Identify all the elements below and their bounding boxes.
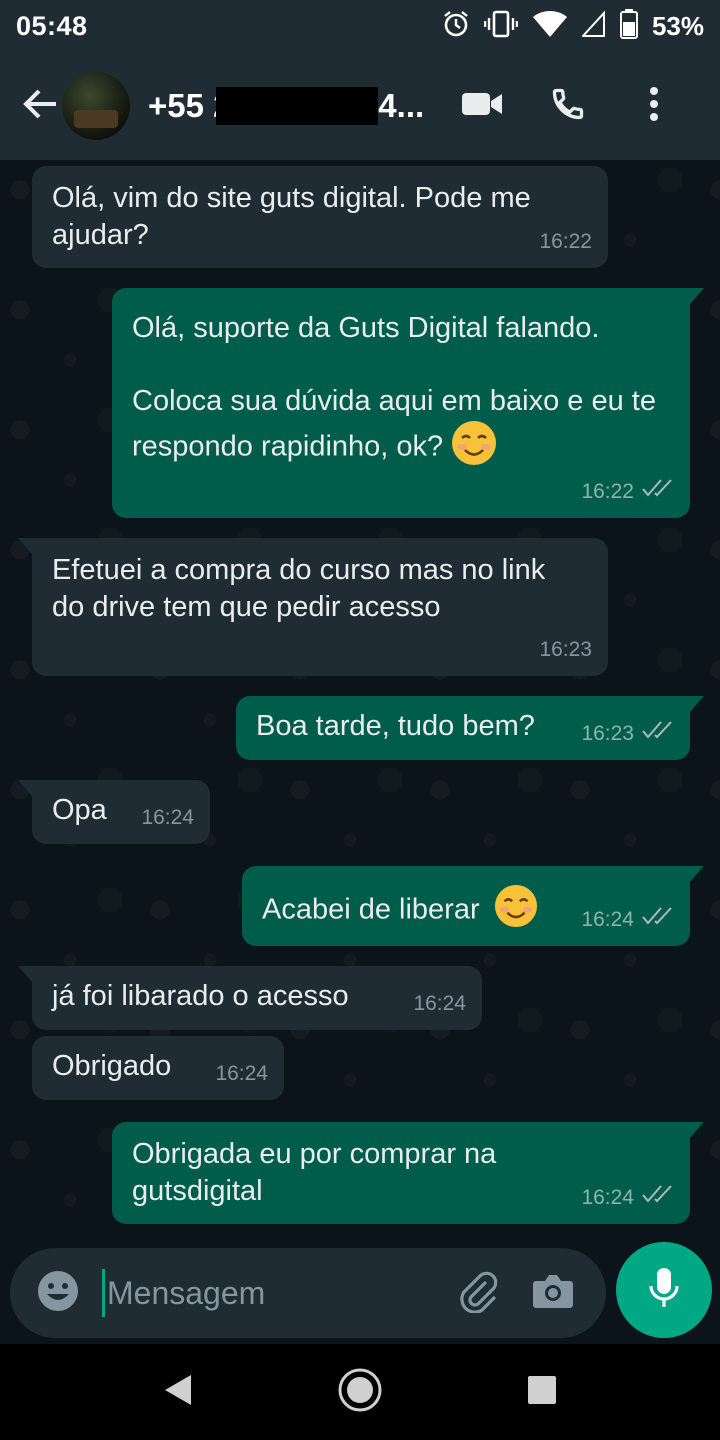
nav-back-button[interactable] xyxy=(148,1362,208,1422)
message-input[interactable] xyxy=(107,1274,437,1312)
smiling-face-icon xyxy=(494,884,538,938)
attach-button[interactable] xyxy=(449,1265,505,1321)
message-time: 16:23 xyxy=(539,638,592,661)
wifi-icon xyxy=(532,10,568,43)
input-bar xyxy=(0,1242,720,1344)
battery-icon xyxy=(619,8,638,44)
battery-percent: 53% xyxy=(651,10,704,41)
message-time: 16:24 xyxy=(581,908,634,931)
camera-icon xyxy=(532,1273,574,1314)
emoji-icon xyxy=(37,1270,79,1317)
message-text: Efetuei a compra do curso mas no link do… xyxy=(52,554,546,623)
message-incoming[interactable]: já foi libarado o acesso 16:24 xyxy=(18,966,482,1030)
message-text: já foi libarado o acesso xyxy=(52,980,349,1012)
message-outgoing[interactable]: Obrigada eu por comprar na gutsdigital 1… xyxy=(112,1122,704,1224)
double-check-icon xyxy=(642,715,674,752)
chat-header: +55 24 98188 84... xyxy=(0,52,720,160)
double-check-icon xyxy=(642,901,674,938)
message-time: 16:24 xyxy=(215,1062,268,1085)
message-incoming[interactable]: Efetuei a compra do curso mas no link do… xyxy=(18,538,608,676)
emoji-button[interactable] xyxy=(28,1263,88,1323)
microphone-icon xyxy=(647,1267,681,1314)
paperclip-icon xyxy=(455,1269,499,1318)
voice-record-button[interactable] xyxy=(616,1242,712,1338)
message-text: Boa tarde, tudo bem? xyxy=(256,710,535,742)
message-time: 16:24 xyxy=(581,1186,634,1209)
message-time: 16:24 xyxy=(141,806,194,829)
video-call-icon xyxy=(461,90,503,123)
avatar[interactable] xyxy=(62,72,130,140)
camera-button[interactable] xyxy=(525,1265,581,1321)
contact-name[interactable]: +55 24 98188 84... xyxy=(148,87,440,125)
back-triangle-icon xyxy=(163,1373,193,1412)
home-circle-icon xyxy=(337,1367,383,1418)
chat-area[interactable]: Olá, vim do site guts digital. Pode me a… xyxy=(0,160,720,1248)
nav-home-button[interactable] xyxy=(330,1362,390,1422)
message-text: Opa xyxy=(52,794,107,826)
message-text: Obrigada eu por comprar na gutsdigital xyxy=(132,1138,497,1207)
message-composer xyxy=(10,1248,606,1338)
message-incoming[interactable]: Opa 16:24 xyxy=(18,780,210,844)
status-bar: 05:48 53% xyxy=(0,0,720,52)
nav-recents-button[interactable] xyxy=(512,1362,572,1422)
alarm-icon xyxy=(442,10,470,43)
voice-call-button[interactable] xyxy=(536,74,600,138)
message-text: Olá, suporte da Guts Digital falando. xyxy=(132,312,600,344)
more-options-button[interactable] xyxy=(622,74,686,138)
text-caret xyxy=(102,1269,105,1317)
smiling-face-icon xyxy=(451,420,497,476)
redaction-box xyxy=(216,87,378,125)
message-time: 16:22 xyxy=(581,480,634,503)
message-time: 16:22 xyxy=(539,230,592,253)
recents-square-icon xyxy=(527,1375,557,1410)
back-arrow-icon xyxy=(22,88,58,125)
signal-icon xyxy=(580,9,606,43)
message-text: Olá, vim do site guts digital. Pode me a… xyxy=(52,182,531,251)
vibrate-icon xyxy=(483,10,519,43)
status-icons: 53% xyxy=(442,8,704,44)
double-check-icon xyxy=(642,473,674,510)
message-text: Coloca sua dúvida aqui em baixo e eu te … xyxy=(132,385,656,463)
message-time: 16:24 xyxy=(413,992,466,1015)
status-time: 05:48 xyxy=(16,10,88,41)
more-vert-icon xyxy=(649,86,659,127)
phone-icon xyxy=(550,86,586,127)
back-button[interactable] xyxy=(10,76,70,136)
message-text: Acabei de liberar xyxy=(262,893,480,926)
message-outgoing[interactable]: Acabei de liberar 16:24 xyxy=(242,866,704,946)
message-incoming[interactable]: Obrigado 16:24 xyxy=(32,1036,284,1100)
double-check-icon xyxy=(642,1179,674,1216)
message-outgoing[interactable]: Olá, suporte da Guts Digital falando. Co… xyxy=(112,288,704,518)
message-time: 16:23 xyxy=(581,722,634,745)
video-call-button[interactable] xyxy=(450,74,514,138)
message-incoming[interactable]: Olá, vim do site guts digital. Pode me a… xyxy=(32,166,608,268)
message-outgoing[interactable]: Boa tarde, tudo bem? 16:23 xyxy=(236,696,704,760)
system-nav-bar xyxy=(0,1344,720,1440)
message-text: Obrigado xyxy=(52,1050,172,1082)
